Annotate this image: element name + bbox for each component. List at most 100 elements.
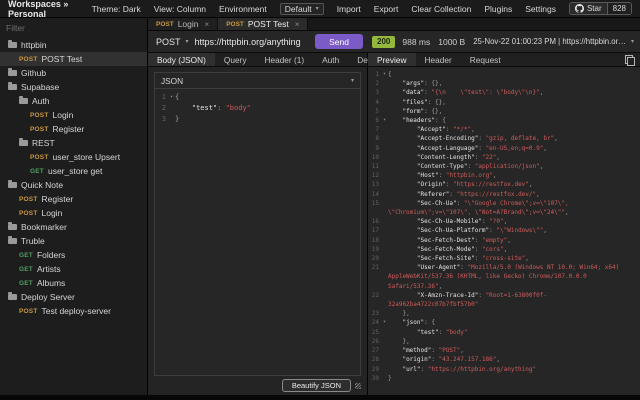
view-toggle[interactable]: View: Column [154, 4, 206, 14]
theme-toggle[interactable]: Theme: Dark [92, 4, 141, 14]
tree-item[interactable]: GET Albums [0, 276, 147, 290]
code-line: 1▾{ [155, 92, 360, 103]
line-number: 3 [155, 114, 168, 125]
response-panel-tab[interactable]: Request [461, 53, 510, 66]
response-meta: 200 988 ms 1000 B 25-Nov-22 01:00:23 PM … [368, 36, 640, 48]
code-line: 15 "Sec-Ch-Ua": "\"Google Chrome\";v=\"1… [368, 199, 640, 217]
environment-select[interactable]: Default ▾ [280, 3, 324, 15]
tree-item[interactable]: POST POST Test [0, 52, 147, 66]
plugins-button[interactable]: Plugins [484, 4, 512, 14]
tree-item[interactable]: POST Login [0, 108, 147, 122]
tree-item[interactable]: Github [0, 66, 147, 80]
workspace-breadcrumb[interactable]: Workspaces » Personal [8, 0, 92, 19]
request-panel-tab[interactable]: Query [215, 53, 256, 66]
tree-item[interactable]: GET user_store get [0, 164, 147, 178]
fold-arrow-icon[interactable]: ▾ [381, 318, 388, 327]
tree-item[interactable]: Quick Note [0, 178, 147, 192]
panel-tab-label: Query [224, 55, 247, 65]
request-panel-tab[interactable]: Body (JSON) [148, 53, 215, 66]
tree-item[interactable]: POST Login [0, 206, 147, 220]
code-line: 10 "Content-Length": "22", [368, 153, 640, 162]
import-button[interactable]: Import [337, 4, 361, 14]
github-star-button[interactable]: Star [570, 3, 607, 14]
folder-icon [8, 182, 17, 188]
tree-item[interactable]: POST user_store Upsert [0, 150, 147, 164]
code-line: 4 "files": {}, [368, 98, 640, 107]
tree-item[interactable]: Supabase [0, 80, 147, 94]
line-number: 6 [368, 116, 381, 125]
tab-method-label: POST [226, 21, 244, 28]
body-type-select[interactable]: JSON ▾ [155, 73, 360, 89]
method-select[interactable]: POST ▾ [148, 31, 195, 52]
line-number: 13 [368, 180, 381, 189]
tree-item-label: Bookmarker [21, 222, 67, 232]
tree-item[interactable]: REST [0, 136, 147, 150]
code-line: 5 "form": {}, [368, 107, 640, 116]
tab-close-icon[interactable]: × [205, 20, 210, 29]
filter-input[interactable] [6, 21, 141, 35]
copy-response-icon[interactable] [625, 55, 634, 65]
tree-item[interactable]: Deploy Server [0, 290, 147, 304]
code-line: 18 "Sec-Fetch-Dest": "empty", [368, 236, 640, 245]
chevron-down-icon: ▾ [351, 77, 354, 84]
fold-arrow-icon[interactable]: ▾ [168, 92, 175, 103]
code-line: 25 "test": "body" [368, 328, 640, 337]
line-number: 25 [368, 328, 381, 337]
tree-item[interactable]: Truble [0, 234, 147, 248]
response-body: 1▾{2 "args": {},3 "data": "{\n \"test\":… [368, 67, 640, 395]
code-line: 3} [155, 114, 360, 125]
response-panel-tabs-wrap: Preview Header Request [368, 53, 640, 66]
settings-button[interactable]: Settings [525, 4, 556, 14]
tree-item[interactable]: POST Test deploy-server [0, 304, 147, 318]
response-panel-tab[interactable]: Preview [368, 53, 416, 66]
request-tab[interactable]: POST POST Test × [218, 18, 308, 30]
chevron-down-icon: ▾ [631, 38, 634, 45]
request-body-editor[interactable]: 1▾{2 "test": "body"3} [155, 89, 360, 375]
request-tab[interactable]: POST Login × [148, 18, 218, 30]
line-number: 21 [368, 263, 381, 272]
send-button[interactable]: Send [315, 34, 363, 49]
request-panel-tab[interactable]: Auth [313, 53, 348, 66]
line-number: 29 [368, 365, 381, 374]
panel-tab-label: Request [470, 55, 501, 65]
beautify-json-button[interactable]: Beautify JSON [282, 379, 351, 392]
tab-title: POST Test [248, 19, 289, 29]
code-line: 17 "Sec-Ch-Ua-Platform": "\"Windows\"", [368, 226, 640, 235]
tab-method-label: POST [156, 21, 174, 28]
response-history-select[interactable]: 25-Nov-22 01:00:23 PM | https://httpbin.… [473, 37, 640, 46]
resize-grip[interactable] [355, 383, 361, 389]
method-label: POST [30, 126, 49, 133]
tree-item[interactable]: httpbin [0, 38, 147, 52]
url-input[interactable] [195, 37, 316, 47]
tree-item[interactable]: POST Register [0, 192, 147, 206]
code-line: 13 "Origin": "https://restfox.dev", [368, 180, 640, 189]
method-label: GET [19, 280, 33, 287]
clear-collection-button[interactable]: Clear Collection [411, 4, 471, 14]
editor-footer: Beautify JSON [154, 376, 361, 393]
tree-item[interactable]: Auth [0, 94, 147, 108]
tree-item-label: Login [42, 208, 63, 218]
tree-item[interactable]: GET Folders [0, 248, 147, 262]
response-panel-tab[interactable]: Header [416, 53, 461, 66]
export-button[interactable]: Export [374, 4, 399, 14]
fold-arrow-icon[interactable]: ▾ [381, 116, 388, 125]
line-number: 11 [368, 162, 381, 171]
star-count[interactable]: 828 [607, 3, 631, 14]
line-number: 22 [368, 291, 381, 300]
tree-item[interactable]: POST Register [0, 122, 147, 136]
method-label: GET [19, 266, 33, 273]
github-icon [575, 4, 584, 13]
sidebar: httpbin POST POST Test Github [0, 18, 148, 395]
github-star-widget[interactable]: Star 828 [569, 2, 632, 15]
topbar-actions: Theme: Dark View: Column Environment Def… [92, 2, 632, 15]
tree-item[interactable]: GET Artists [0, 262, 147, 276]
tree-item[interactable]: Bookmarker [0, 220, 147, 234]
panel-tab-label: Preview [377, 55, 407, 65]
line-number: 8 [368, 134, 381, 143]
response-size: 1000 B [438, 37, 465, 47]
tab-close-icon[interactable]: × [295, 20, 300, 29]
fold-arrow-icon[interactable]: ▾ [381, 70, 388, 79]
tree-item-label: user_store get [48, 166, 102, 176]
request-panel-tab[interactable]: Header (1) [255, 53, 313, 66]
code-line: 26 }, [368, 337, 640, 346]
